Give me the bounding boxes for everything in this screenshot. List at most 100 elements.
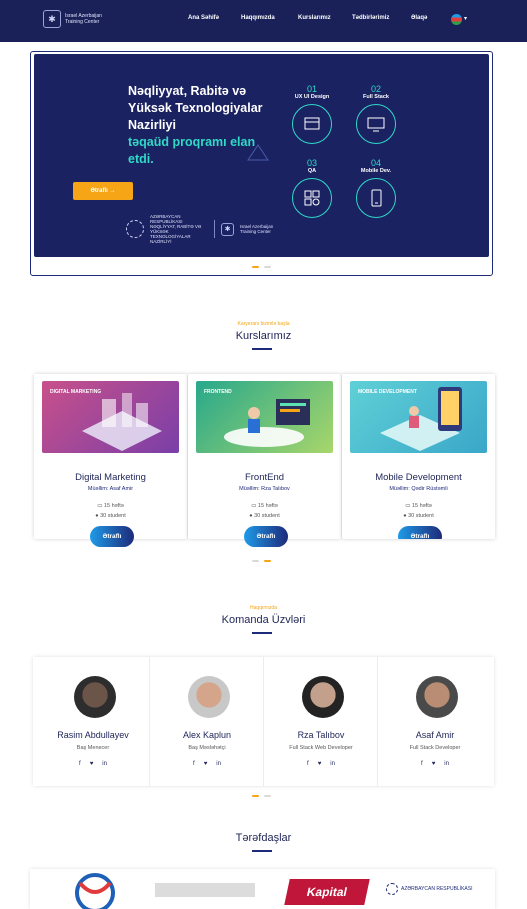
twitter-icon[interactable]: ♥ [432, 761, 436, 767]
linkedin-icon[interactable]: in [216, 761, 221, 767]
facebook-icon[interactable]: f [421, 761, 423, 767]
course-more-button[interactable]: Ətraflı [398, 526, 442, 539]
partner-logo-ministry[interactable]: AZƏRBAYCAN RESPUBLİKASI [386, 883, 486, 895]
course-more-button[interactable]: Ətraflı [90, 526, 134, 547]
facebook-icon[interactable]: f [307, 761, 309, 767]
course-image-label: MOBILE DEVELOPMENT [358, 389, 417, 395]
course-number: 04 [370, 158, 381, 168]
top-navbar: ✱ Israel Azerbaijan Training Center Ana … [0, 0, 527, 42]
facebook-icon[interactable]: f [193, 761, 195, 767]
nav-home[interactable]: Ana Səhifə [188, 15, 219, 21]
site-logo[interactable]: ✱ Israel Azerbaijan Training Center [43, 10, 117, 28]
member-name: Asaf Amir [415, 730, 455, 740]
course-students: ● 30 student [188, 513, 341, 519]
courses-pagination[interactable] [252, 560, 271, 562]
member-name: Rasim Abdullayev [57, 730, 129, 740]
partners-carousel: Kapital AZƏRBAYCAN RESPUBLİKASI [30, 869, 495, 909]
book-icon: ▭ [405, 503, 412, 509]
hero-course-qa: 03 QA [282, 158, 342, 218]
team-member-card[interactable]: Rasim Abdullayev Baş Menecer f ♥ in [36, 657, 150, 786]
member-social-links: f ♥ in [264, 761, 378, 767]
course-duration: ▭ 15 həftə [188, 503, 341, 509]
ministry-seal-icon [126, 220, 144, 238]
course-teacher: Müəllim: Asaf Amir [87, 486, 134, 492]
linkedin-icon[interactable]: in [102, 761, 107, 767]
heading-underline [252, 850, 272, 852]
course-number: 02 [370, 84, 381, 94]
member-social-links: f ♥ in [150, 761, 264, 767]
course-image: FRONTEND [196, 381, 333, 453]
nav-about[interactable]: Haqqımızda [241, 15, 275, 21]
language-flag-icon[interactable] [451, 14, 462, 25]
avatar [188, 676, 230, 718]
member-name: Alex Kaplun [182, 730, 232, 740]
course-more-button[interactable]: Ətraflı [244, 526, 288, 547]
duration-text: 15 həftə [257, 503, 278, 509]
book-icon: ▭ [97, 503, 104, 509]
students-text: 30 student [408, 513, 434, 519]
course-card-frontend[interactable]: FRONTEND FrontEnd Müəllim: Rza Talıbov ▭… [188, 374, 341, 547]
hero-footer-logos: AZƏRBAYCAN RESPUBLİKASI NƏQLİYYAT, RABİT… [126, 214, 284, 244]
hero-pagination[interactable] [252, 266, 271, 268]
partner-ministry-text: AZƏRBAYCAN RESPUBLİKASI [401, 886, 473, 892]
facebook-icon[interactable]: f [79, 761, 81, 767]
hero-course-fullstack: 02 Full Stack [346, 84, 406, 144]
partner-logo-kapital[interactable]: Kapital [284, 879, 370, 905]
pagination-dot[interactable] [264, 560, 271, 562]
duration-text: 15 həftə [411, 503, 432, 509]
team-member-card[interactable]: Rza Talıbov Full Stack Web Developer f ♥… [264, 657, 378, 786]
nav-courses[interactable]: Kurslarımız [298, 15, 331, 21]
course-card-digital-marketing[interactable]: DIGITAL MARKETING Digital Marketing Müəl… [34, 374, 187, 547]
course-name: QA [307, 168, 317, 174]
member-social-links: f ♥ in [378, 761, 492, 767]
center-text: Israel Azerbaijan Training Center [240, 224, 274, 234]
team-heading: Komanda Üzvləri [221, 614, 306, 626]
pagination-dot[interactable] [264, 266, 271, 268]
partner-logo-gray-icon[interactable] [150, 871, 260, 909]
course-teacher: Müəllim: Qədir Rüstəmli [389, 486, 448, 492]
nav-contact[interactable]: Əlaqə [411, 15, 427, 21]
team-pagination[interactable] [252, 795, 271, 797]
avatar [416, 676, 458, 718]
member-social-links: f ♥ in [36, 761, 150, 767]
divider [214, 220, 215, 238]
course-card-mobile-development[interactable]: MOBILE DEVELOPMENT Mobile Development Mü… [342, 374, 495, 539]
center-logo-icon: ✱ [221, 222, 234, 236]
twitter-icon[interactable]: ♥ [318, 761, 322, 767]
member-role: Baş Məsləhətçi [188, 745, 226, 751]
twitter-icon[interactable]: ♥ [90, 761, 94, 767]
heading-underline [252, 348, 272, 350]
logo-text: Israel Azerbaijan Training Center [65, 13, 102, 25]
caret-down-icon[interactable]: ▾ [464, 15, 467, 22]
hero-more-button[interactable]: Ətraflı → [73, 182, 133, 200]
design-icon [292, 104, 332, 144]
course-duration: ▭ 15 həftə [342, 503, 495, 509]
ministry-text: AZƏRBAYCAN RESPUBLİKASI NƏQLİYYAT, RABİT… [150, 214, 202, 244]
pagination-dot[interactable] [252, 560, 259, 562]
qa-icon [292, 178, 332, 218]
avatar [74, 676, 116, 718]
partner-logo-globe-icon[interactable] [60, 871, 130, 909]
heading-underline [252, 632, 272, 634]
pagination-dot[interactable] [252, 266, 259, 268]
linkedin-icon[interactable]: in [444, 761, 449, 767]
hero-banner[interactable]: Nəqliyyat, Rabitə və Yüksək Texnologiyal… [34, 54, 489, 257]
partners-heading: Tərəfdaşlar [235, 832, 292, 844]
triangle-decor-icon [247, 144, 269, 161]
pagination-dot[interactable] [252, 795, 259, 797]
team-member-card[interactable]: Alex Kaplun Baş Məsləhətçi f ♥ in [150, 657, 264, 786]
course-image: MOBILE DEVELOPMENT [350, 381, 487, 453]
team-carousel: Rasim Abdullayev Baş Menecer f ♥ in Alex… [33, 657, 494, 786]
pagination-dot[interactable] [264, 795, 271, 797]
nav-events[interactable]: Tədbirlərimiz [352, 15, 389, 21]
course-duration: ▭ 15 həftə [34, 503, 187, 509]
course-name: UX UI Design [294, 94, 330, 100]
book-icon: ▭ [251, 503, 258, 509]
twitter-icon[interactable]: ♥ [204, 761, 208, 767]
course-title: FrontEnd [244, 472, 285, 483]
courses-kicker: Karyeranı bizimlə başla [237, 321, 290, 327]
team-member-card[interactable]: Asaf Amir Full Stack Developer f ♥ in [378, 657, 492, 786]
linkedin-icon[interactable]: in [330, 761, 335, 767]
team-kicker: Haqqımızda [250, 605, 277, 611]
course-number: 01 [306, 84, 317, 94]
